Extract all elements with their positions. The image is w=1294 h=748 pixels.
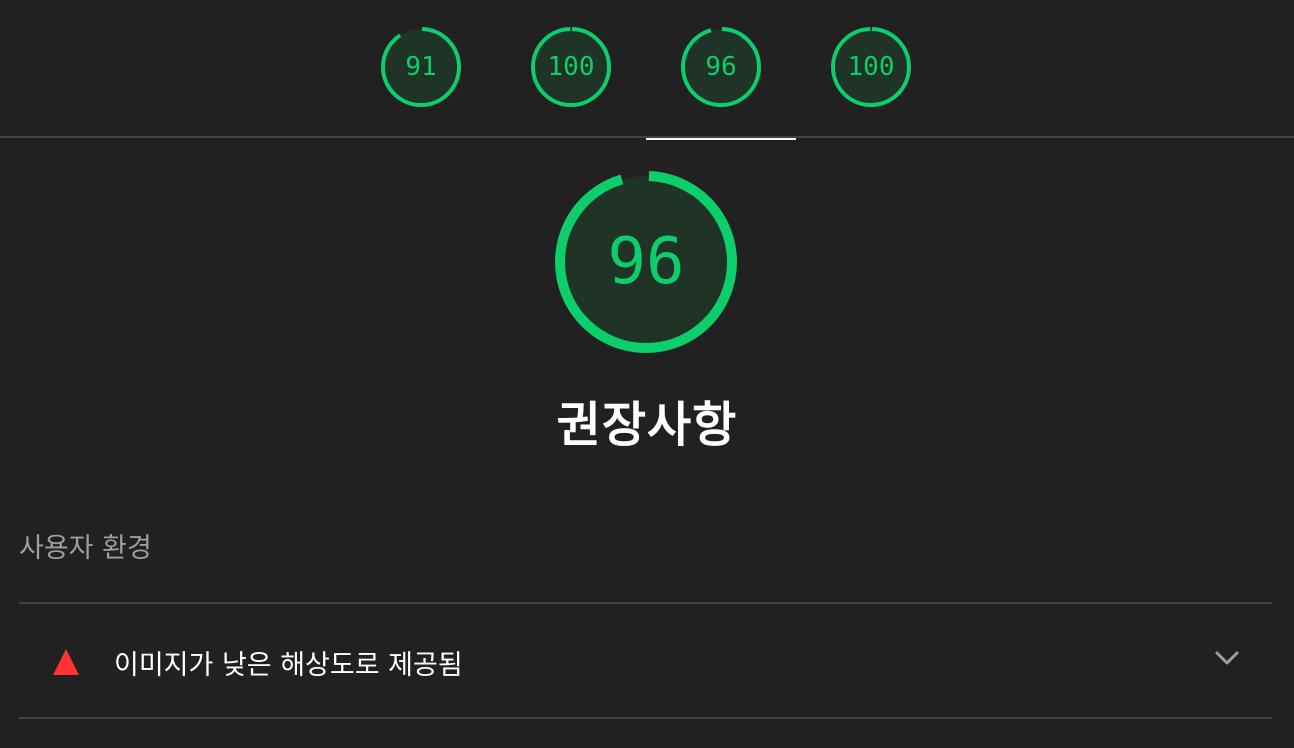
tab-performance[interactable]: 91	[346, 0, 496, 138]
tab-seo[interactable]: 100	[796, 0, 946, 138]
category-title: 권장사항	[556, 397, 738, 453]
tab-gauge-accessibility: 100	[531, 27, 611, 107]
tab-accessibility[interactable]: 100	[496, 0, 646, 138]
tab-score-seo: 100	[848, 52, 895, 82]
audit-item[interactable]: 이미지가 낮은 해상도로 제공됨	[19, 605, 1272, 717]
audit-group-title: 사용자 환경	[19, 533, 152, 564]
category-score-gauge: 96	[555, 171, 737, 353]
divider	[19, 717, 1272, 719]
tab-score-performance: 91	[405, 52, 436, 82]
tab-gauge-best-practices: 96	[681, 27, 761, 107]
tab-gauge-seo: 100	[831, 27, 911, 107]
tab-score-accessibility: 100	[548, 52, 595, 82]
tab-gauge-performance: 91	[381, 27, 461, 107]
chevron-down-icon[interactable]	[1214, 650, 1240, 666]
warning-triangle-icon	[53, 649, 79, 675]
tab-score-best-practices: 96	[705, 52, 736, 82]
category-tabs: 91 100 96 100	[0, 0, 1294, 140]
audit-title: 이미지가 낮은 해상도로 제공됨	[114, 650, 463, 681]
category-score: 96	[607, 225, 684, 299]
divider	[19, 602, 1272, 604]
tab-best-practices[interactable]: 96	[646, 0, 796, 140]
